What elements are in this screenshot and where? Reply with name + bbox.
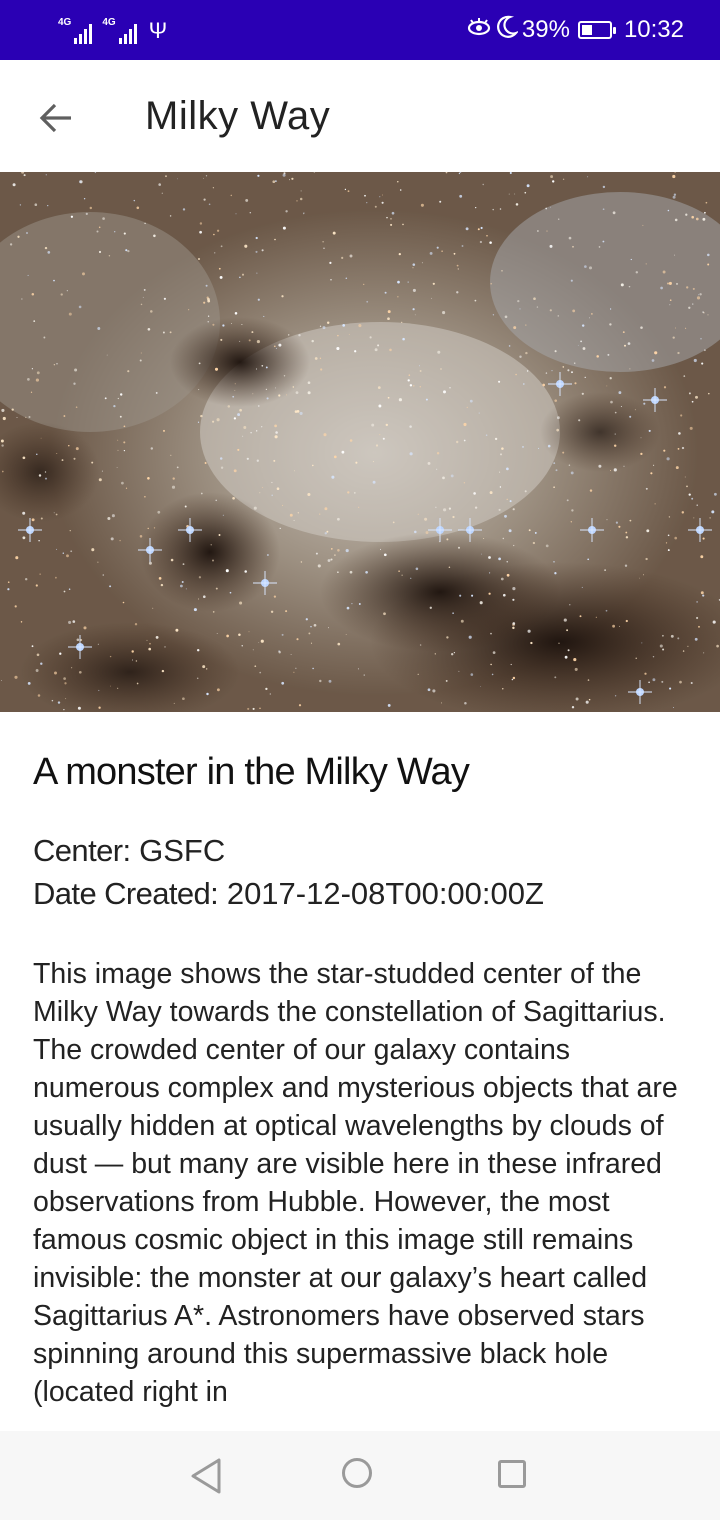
navigation-bar [0, 1431, 720, 1520]
page-title: Milky Way [145, 94, 331, 138]
article-headline: A monster in the Milky Way [33, 751, 470, 793]
battery-charging-icon [577, 21, 616, 39]
date-label: Date Created: [33, 876, 219, 911]
galaxy-photo [0, 172, 720, 712]
date-value: 2017-12-08T00:00:00Z [226, 876, 544, 911]
status-right-group: 39% 10:32 [466, 12, 684, 48]
date-row: Date Created: 2017-12-08T00:00:00Z [33, 872, 683, 915]
center-label: Center: [33, 833, 131, 868]
battery-percent: 39% [521, 16, 570, 43]
eye-comfort-icon [466, 16, 492, 44]
back-button[interactable] [28, 90, 84, 146]
battery-level-fill [581, 25, 593, 35]
app-bar: Milky Way [0, 60, 720, 172]
status-left-group: 4G 4G Ψ [58, 14, 167, 44]
status-bar: 4G 4G Ψ 39% 10:32 [0, 0, 720, 60]
status-time: 10:32 [623, 16, 684, 43]
network-type-label: 4G [58, 17, 72, 28]
network-type-label: 4G [102, 17, 116, 28]
do-not-disturb-moon-icon [496, 15, 520, 46]
signal-icon: 4G [58, 17, 93, 44]
arrow-back-icon [39, 103, 71, 133]
article-description: This image shows the star-studded center… [33, 958, 678, 1408]
center-value: GSFC [139, 833, 226, 868]
article-content: A monster in the Milky Way Center: GSFC … [33, 745, 683, 1435]
article-meta: Center: GSFC Date Created: 2017-12-08T00… [33, 829, 683, 915]
nav-home-circle-icon[interactable] [342, 1458, 372, 1488]
signal-icon: 4G [102, 17, 137, 44]
usb-icon: Ψ [148, 18, 168, 43]
center-row: Center: GSFC [33, 829, 683, 872]
nav-back-triangle-icon[interactable] [189, 1457, 223, 1495]
nav-recents-square-icon[interactable] [498, 1460, 526, 1488]
